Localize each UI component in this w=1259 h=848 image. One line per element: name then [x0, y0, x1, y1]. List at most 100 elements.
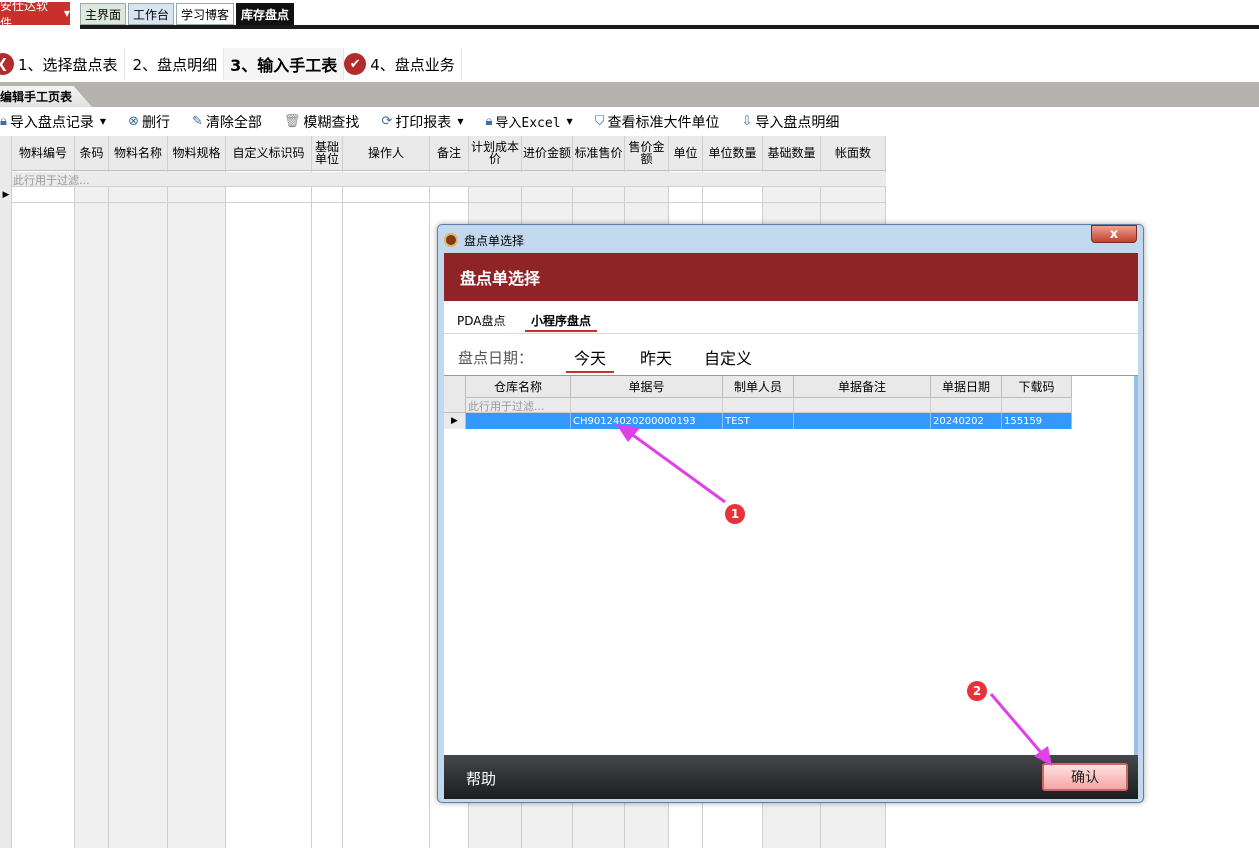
annotation-marker-1: 1	[725, 504, 745, 524]
tab-blog[interactable]: 学习博客	[176, 3, 235, 25]
column-header[interactable]: 条码	[75, 136, 108, 171]
tab-inventory-count[interactable]: 库存盘点	[236, 3, 295, 25]
column-header[interactable]: 进价金额	[522, 136, 572, 171]
fuzzy-search-button[interactable]: 🗑︎ 模糊查找	[284, 112, 360, 132]
back-arrow-icon: ❮	[0, 53, 14, 75]
grid-column[interactable]: 操作人	[343, 136, 430, 848]
chevron-down-icon: ▼	[63, 9, 70, 18]
delete-circle-icon: ⊗	[128, 114, 139, 129]
tab-miniprogram-count[interactable]: 小程序盘点	[525, 312, 598, 332]
main-tabs: 主界面 工作台 学习博客 库存盘点	[80, 3, 295, 25]
cell-warehouse[interactable]	[466, 413, 571, 429]
cell-remark[interactable]	[794, 413, 931, 429]
column-header[interactable]: 下载码	[1002, 376, 1072, 398]
toolbar-label: 导入盘点记录	[9, 114, 94, 131]
filter-cell[interactable]	[794, 398, 931, 413]
tab-pda-count[interactable]: PDA盘点	[457, 312, 505, 332]
chevron-down-icon: ▼	[566, 117, 573, 126]
pencil-icon: ✎	[191, 114, 203, 129]
tab-workbench[interactable]: 工作台	[128, 3, 175, 25]
cell-creator[interactable]: TEST	[723, 413, 794, 429]
delete-row-button[interactable]: ⊗ 删行	[128, 112, 170, 132]
close-icon: x	[1109, 226, 1119, 242]
column-header[interactable]: 计划成本价	[469, 136, 521, 171]
date-option-yesterday[interactable]: 昨天	[640, 345, 672, 369]
column-header[interactable]: 基础数量	[763, 136, 820, 171]
table-row[interactable]	[12, 187, 886, 203]
toolbar-label: 模糊查找	[303, 114, 360, 131]
filter-cell[interactable]	[931, 398, 1002, 413]
step-count-business[interactable]: ✔ 4、盘点业务	[344, 48, 462, 80]
step-label: 1、选择盘点表	[18, 55, 118, 74]
date-option-custom[interactable]: 自定义	[704, 345, 752, 369]
column-header[interactable]: 操作人	[343, 136, 429, 171]
lock-icon: 🔒︎	[485, 114, 493, 129]
brand-menu-button[interactable]: 安仕达软件 ▼	[0, 0, 70, 30]
grid-column[interactable]: 物料编号	[12, 136, 75, 848]
column-header[interactable]: 单位数量	[703, 136, 762, 171]
step-count-detail[interactable]: 2、盘点明细	[124, 48, 225, 80]
dialog-edge	[1134, 376, 1138, 756]
step-manual-input[interactable]: 3、输入手工表	[224, 48, 345, 80]
close-button[interactable]: x	[1091, 225, 1137, 243]
filter-cell[interactable]	[1002, 398, 1072, 413]
cell-doc-no[interactable]: CH90124020200000193	[571, 413, 723, 429]
help-link[interactable]: 帮助	[466, 768, 496, 789]
toolbar: 🔒︎ 导入盘点记录 ▼ ⊗ 删行 ✎ 清除全部 🗑︎ 模糊查找 ⟳ 打印报表 ▼…	[0, 108, 1259, 135]
grid-column[interactable]: 条码	[75, 136, 109, 848]
column-header[interactable]: 售价金额	[625, 136, 668, 171]
filter-cell[interactable]	[723, 398, 794, 413]
toolbar-label: 查看标准大件单位	[607, 114, 720, 131]
print-report-button[interactable]: ⟳ 打印报表 ▼	[381, 112, 463, 132]
step-label: 2、盘点明细	[132, 55, 218, 74]
filter-cell[interactable]	[571, 398, 723, 413]
column-header[interactable]: 制单人员	[723, 376, 794, 398]
chevron-down-icon: ▼	[457, 117, 464, 126]
grid-column[interactable]: 基础单位	[312, 136, 343, 848]
import-count-records-button[interactable]: 🔒︎ 导入盘点记录 ▼	[0, 112, 106, 132]
dialog-header: 盘点单选择	[444, 253, 1138, 301]
column-header[interactable]: 物料名称	[109, 136, 167, 171]
grid-column[interactable]: 物料名称	[109, 136, 168, 848]
shield-icon: ⛉	[594, 114, 605, 129]
column-header[interactable]: 自定义标识码	[226, 136, 311, 171]
view-standard-unit-button[interactable]: ⛉ 查看标准大件单位	[595, 112, 720, 132]
refresh-icon: ⟳	[381, 114, 393, 129]
import-excel-button[interactable]: 🔒︎ 导入Excel ▼	[485, 112, 572, 131]
column-header[interactable]: 备注	[430, 136, 468, 171]
tab-main[interactable]: 主界面	[80, 3, 127, 25]
column-header[interactable]: 单据日期	[931, 376, 1002, 398]
column-header[interactable]: 基础单位	[312, 136, 342, 171]
row-header-column	[0, 136, 12, 848]
dialog-titlebar[interactable]: 盘点单选择	[444, 229, 524, 251]
dialog-window-title: 盘点单选择	[464, 233, 525, 248]
clear-all-button[interactable]: ✎ 清除全部	[192, 112, 262, 132]
step-label: 3、输入手工表	[230, 56, 338, 75]
column-header[interactable]: 仓库名称	[466, 376, 571, 398]
confirm-button[interactable]: 确认	[1042, 763, 1128, 791]
import-count-detail-button[interactable]: ⇩ 导入盘点明细	[741, 112, 839, 132]
toolbar-label: 删行	[141, 114, 170, 131]
column-header[interactable]: 标准售价	[573, 136, 624, 171]
column-header[interactable]: 单位	[669, 136, 702, 171]
toolbar-label: 打印报表	[395, 114, 452, 131]
filter-row[interactable]: 此行用于过滤...	[12, 172, 886, 187]
step-label: 4、盘点业务	[370, 55, 455, 74]
grid-corner	[444, 376, 466, 413]
date-option-today[interactable]: 今天	[566, 345, 615, 373]
annotation-marker-2: 2	[967, 681, 987, 701]
current-row-indicator-icon: ▶	[444, 413, 466, 429]
filter-cell[interactable]: 此行用于过滤...	[466, 398, 571, 413]
grid-column[interactable]: 自定义标识码	[226, 136, 312, 848]
toolbar-label: 导入Excel	[495, 116, 561, 131]
grid-column[interactable]: 物料规格	[168, 136, 226, 848]
column-header[interactable]: 单据号	[571, 376, 723, 398]
column-header[interactable]: 帐面数	[821, 136, 885, 171]
cell-date[interactable]: 20240202	[931, 413, 1002, 429]
column-header[interactable]: 物料编号	[12, 136, 74, 171]
column-header[interactable]: 物料规格	[168, 136, 225, 171]
sheet-select-dialog: 盘点单选择 x 盘点单选择 PDA盘点 小程序盘点 盘点日期： 今天 昨天 自定…	[437, 224, 1144, 803]
step-select-sheet[interactable]: ❮ 1、选择盘点表	[0, 48, 125, 80]
cell-download-code[interactable]: 155159	[1002, 413, 1072, 429]
column-header[interactable]: 单据备注	[794, 376, 931, 398]
